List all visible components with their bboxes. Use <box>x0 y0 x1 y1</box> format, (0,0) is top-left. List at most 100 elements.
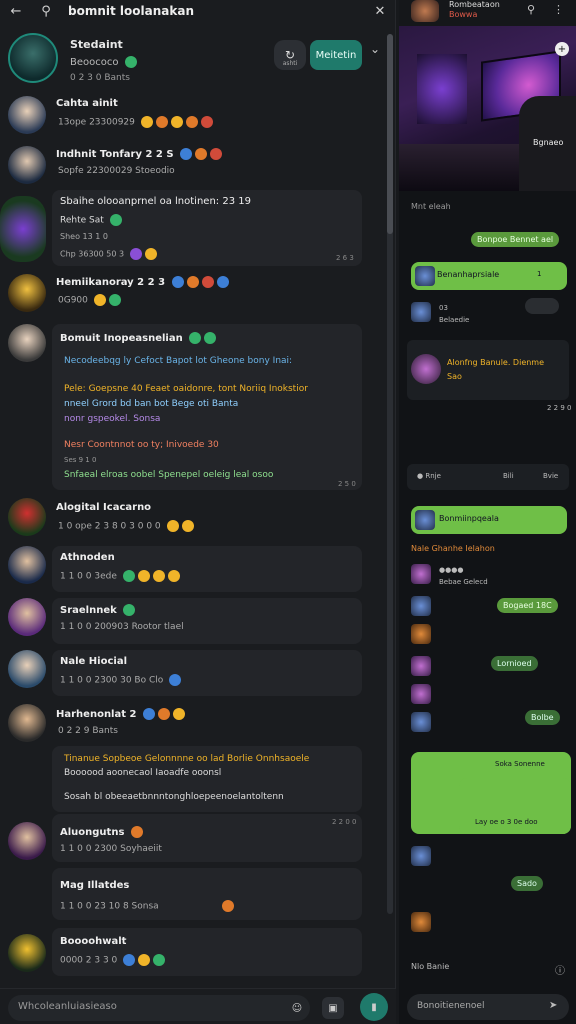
search-icon[interactable]: ⚲ <box>527 3 535 16</box>
send-icon[interactable]: ▮ <box>360 993 388 1021</box>
profile-header: Stedaint Beoococo 0 2 3 0 Bants ↻ ashti M… <box>0 30 392 92</box>
profile-subtitle: Beoococo <box>70 56 137 68</box>
item-name: Sbaihe olooanprnel oa lnotinen: 23 19 <box>60 196 251 207</box>
poll-option-a[interactable]: ● Rnje <box>417 472 441 480</box>
feature-title: Alonfng Banule. Dienme <box>447 358 545 367</box>
message-input[interactable]: Whcoleanluiasieaso <box>8 995 310 1021</box>
feed-pane: ← ⚲ bomnit loolanakan ✕ Stedaint Beoococ… <box>0 0 396 1024</box>
item-name: Sraelnnek <box>60 604 136 616</box>
item-name: Athnoden <box>60 552 115 563</box>
list-item[interactable]: Nale Hiocial 1 1 0 0 2300 30 Bo Clo <box>0 650 392 698</box>
page-title: bomnit loolanakan <box>68 4 194 18</box>
profile-stat: 0 2 3 0 Bants <box>70 73 130 83</box>
item-sub: 0 2 2 9 Bants <box>58 726 118 736</box>
hero-image[interactable]: Bgnaeo + <box>399 26 576 191</box>
item-name: Nale Hiocial <box>60 656 128 667</box>
message-bubble[interactable]: Bonpoe Bennet ael <box>471 232 560 247</box>
avatar[interactable] <box>8 33 58 83</box>
message-line: Nesr Coontnnot oo ty; Inivoede 30 <box>64 440 219 450</box>
avatar[interactable] <box>411 0 439 22</box>
message-line: nonr gspeokel. Sonsa <box>64 414 161 424</box>
item-name: Indhnit Tonfary 2 2 S <box>56 148 223 160</box>
thumbnail <box>411 656 431 676</box>
timestamp: 2 2 0 0 <box>332 818 357 826</box>
caption: Mnt eleah <box>411 202 451 211</box>
more-icon[interactable]: ⋮ <box>553 3 564 16</box>
close-icon[interactable]: ✕ <box>372 4 388 19</box>
message-bubble[interactable]: Lornioed <box>491 656 538 671</box>
send-icon[interactable]: ➤ <box>549 1000 557 1011</box>
list-item[interactable]: Athnoden 1 1 0 0 3ede <box>0 546 392 594</box>
chat-pane: Rombeataon Bowwa ⚲ ⋮ Bgnaeo + Mnt eleah … <box>399 0 576 1024</box>
item-sub: 1 1 0 0 2300 Soyhaeiit <box>60 844 162 854</box>
list-item[interactable]: Bomuit Inopeasnelian Necodeebqg ly Cefoc… <box>0 324 392 494</box>
item-name: Bomuit Inopeasnelian <box>60 332 217 344</box>
add-icon[interactable]: + <box>555 42 569 56</box>
item-sub: Sopfe 22300029 Stoeodio <box>58 166 175 176</box>
poll-option-c[interactable]: Bvie <box>543 472 558 480</box>
message-line: Snfaeal elroas oobel Spenepel oeleig lea… <box>64 470 274 480</box>
badge: 1 <box>537 270 542 278</box>
poll-option-b[interactable]: Bili <box>503 472 514 480</box>
follow-button[interactable]: Meitetin <box>310 40 362 70</box>
message-line: Ses 9 1 0 <box>64 456 97 464</box>
timestamp: 2 2 9 0 <box>547 404 572 412</box>
row-text: ●●●● <box>439 566 464 574</box>
avatar <box>8 650 46 688</box>
message-line: Necodeebqg ly Cefoct Bapot lot Gheone bo… <box>64 356 293 366</box>
list-item[interactable]: Boooohwalt 0000 2 3 3 0 <box>0 928 392 980</box>
avatar <box>8 934 46 972</box>
card <box>52 868 362 920</box>
list-item[interactable]: Aluongutns 1 1 0 0 2300 Soyhaeiit 2 2 0 … <box>0 814 392 864</box>
item-sub: 1 1 0 0 2300 30 Bo Clo <box>60 674 182 686</box>
message-bubble[interactable]: Bolbe <box>525 710 560 725</box>
item-name: Mag Illatdes <box>60 880 130 891</box>
chevron-down-icon[interactable]: ⌄ <box>370 42 380 56</box>
item-sub: 1 0 ope 2 3 8 0 3 0 0 0 <box>58 520 194 532</box>
avatar <box>8 598 46 636</box>
info-icon[interactable]: ⓘ <box>555 962 565 977</box>
list-item[interactable]: Sbaihe olooanprnel oa lnotinen: 23 19 Re… <box>0 190 392 270</box>
share-button[interactable]: ↻ ashti <box>274 40 306 70</box>
item-sub: 1 1 0 0 23 10 8 Sonsa <box>60 900 234 912</box>
list-item[interactable]: Harhenonlat 2 0 2 2 9 Bants Tinanue Sopb… <box>0 704 392 816</box>
list-item[interactable]: Mag Illatdes 1 1 0 0 23 10 8 Sonsa <box>0 868 392 922</box>
item-sub: Chp 36300 50 3 <box>60 248 157 260</box>
item-sub: 0G900 <box>58 294 121 306</box>
attach-icon[interactable]: ▣ <box>322 997 344 1019</box>
reply-chip[interactable] <box>525 298 559 314</box>
feature-sub: Sao <box>447 372 462 381</box>
row-text: Belaedie <box>439 316 470 324</box>
list-item[interactable]: Indhnit Tonfary 2 2 S Sopfe 22300029 Sto… <box>0 146 392 190</box>
chat-composer: Bonoitienenoel ➤ <box>399 988 576 1024</box>
list-item[interactable]: Sraelnnek 1 1 0 0 200903 Rootor tlael <box>0 598 392 646</box>
message-line: Sosah bl obeeaetbnnntonghloepeenoelantol… <box>64 792 284 802</box>
avatar <box>8 822 46 860</box>
item-sub: 13ope 23300929 <box>58 116 213 128</box>
footer-label: Nlo Banie <box>411 962 450 971</box>
thumbnail <box>411 596 431 616</box>
list-item[interactable]: Alogital Icacarno 1 0 ope 2 3 8 0 3 0 0 … <box>0 498 392 542</box>
bubble-text: Lay oe o 3 0e doo <box>475 818 538 826</box>
chat-status: Bowwa <box>449 10 478 19</box>
avatar <box>8 146 46 184</box>
search-icon[interactable]: ⚲ <box>38 4 54 19</box>
item-sub: Rehte Sat <box>60 214 122 226</box>
card <box>52 814 362 862</box>
item-sub: 0000 2 3 3 0 <box>60 954 166 966</box>
avatar <box>8 704 46 742</box>
arrow-left-icon[interactable]: ← <box>8 4 24 19</box>
message-bubble[interactable]: Sado <box>511 876 543 891</box>
message-bubble[interactable]: Bogaed 18C <box>497 598 558 613</box>
chat-input[interactable]: Bonoitienenoel <box>407 994 569 1020</box>
thumbnail <box>411 624 431 644</box>
emoji-icon[interactable]: ☺ <box>286 997 308 1019</box>
thumbnail <box>415 266 435 286</box>
monitor-left <box>417 54 467 124</box>
bubble-text: Soka Sonenne <box>495 760 545 768</box>
item-sub: 1 1 0 0 200903 Rootor tlael <box>60 622 184 632</box>
list-item[interactable]: Hemiikanoray 2 2 3 0G900 <box>0 274 392 318</box>
avatar <box>0 196 46 262</box>
item-name: Cahta ainit <box>56 98 118 109</box>
list-item[interactable]: Cahta ainit 13ope 23300929 <box>0 96 392 140</box>
